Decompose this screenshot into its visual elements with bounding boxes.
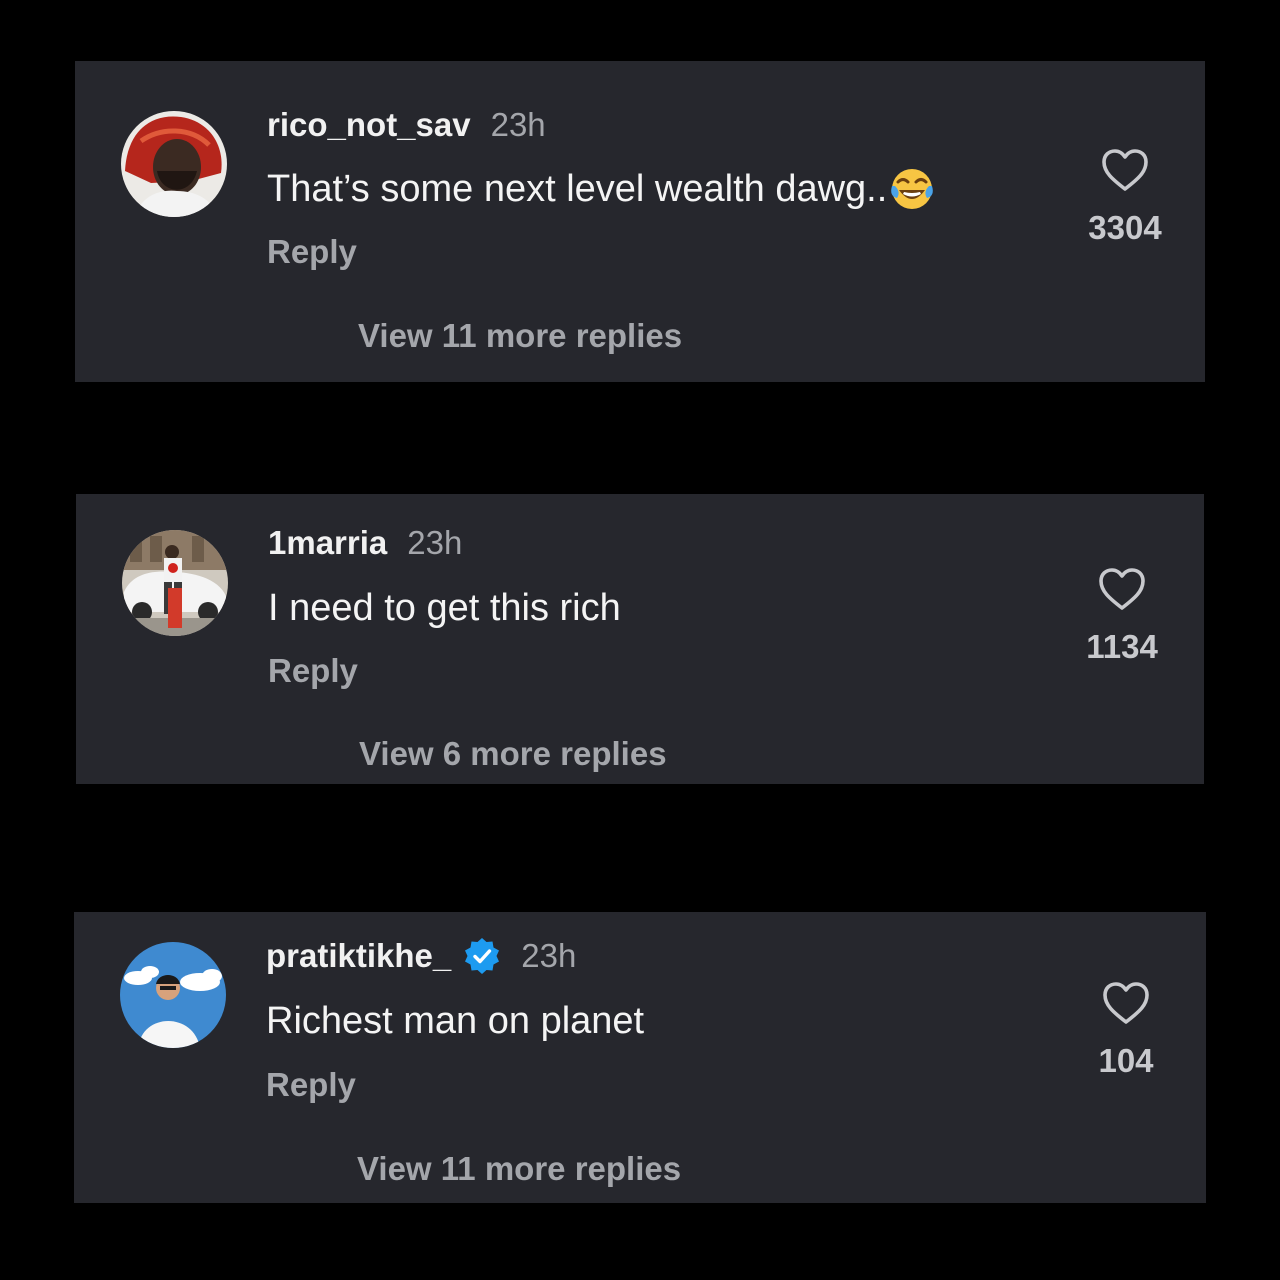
timestamp: 23h	[521, 937, 577, 974]
avatar[interactable]	[122, 530, 228, 636]
heart-outline-icon[interactable]	[1097, 566, 1147, 612]
like-count: 104	[1098, 1042, 1154, 1079]
comment-text-content: Richest man on planet	[266, 999, 645, 1042]
heart-outline-icon[interactable]	[1100, 147, 1150, 193]
like-count: 1134	[1086, 628, 1158, 665]
avatar[interactable]	[120, 942, 226, 1048]
tears-of-joy-emoji	[889, 166, 935, 212]
avatar[interactable]	[121, 111, 227, 217]
heart-outline-icon[interactable]	[1101, 980, 1151, 1026]
reply-button[interactable]: Reply	[266, 1066, 356, 1104]
timestamp: 23h	[407, 524, 463, 561]
username[interactable]: 1marria	[268, 524, 387, 562]
timestamp: 23h	[490, 106, 546, 143]
view-more-replies-link[interactable]: View 6 more replies	[359, 735, 667, 773]
username[interactable]: rico_not_sav	[267, 106, 471, 144]
reply-button[interactable]: Reply	[268, 652, 358, 690]
username[interactable]: pratiktikhe_	[266, 937, 451, 975]
comment-text: I need to get this rich	[268, 584, 621, 632]
comment-card: rico_not_sav 23h That’s some next level …	[75, 61, 1205, 382]
verified-badge-icon	[463, 937, 501, 975]
like-control: 1134	[1062, 566, 1182, 666]
like-count: 3304	[1088, 209, 1162, 246]
view-more-replies-link[interactable]: View 11 more replies	[358, 317, 682, 355]
comment-card: pratiktikhe_ 23h Richest man on planet R…	[74, 912, 1206, 1203]
view-more-replies-link[interactable]: View 11 more replies	[357, 1150, 681, 1188]
comment-text: Richest man on planet	[266, 997, 644, 1045]
comment-card: 1marria 23h I need to get this rich Repl…	[76, 494, 1204, 784]
like-control: 104	[1066, 980, 1186, 1080]
reply-button[interactable]: Reply	[267, 233, 357, 271]
comment-text-content: That’s some next level wealth dawg..	[267, 167, 888, 210]
comment-text: That’s some next level wealth dawg..	[267, 165, 935, 213]
like-control: 3304	[1065, 147, 1185, 247]
comment-text-content: I need to get this rich	[268, 586, 621, 629]
